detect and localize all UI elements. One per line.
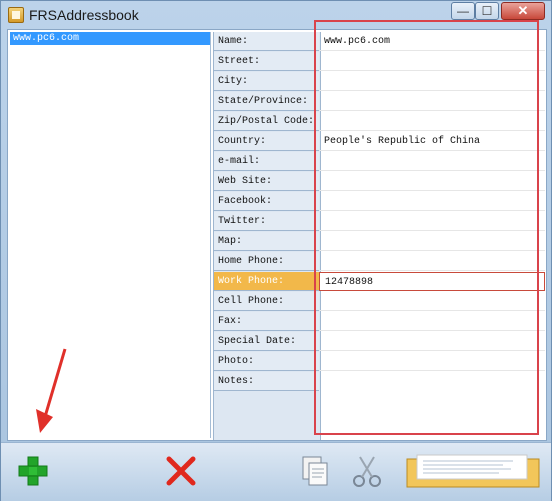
bottom-toolbar [1,442,551,501]
label-twitter: Twitter: [214,212,319,231]
label-state: State/Province: [214,92,319,111]
copy-icon[interactable] [295,451,335,491]
label-city: City: [214,72,319,91]
delete-icon[interactable] [161,451,201,491]
window-title: FRSAddressbook [29,7,139,23]
paste-icon[interactable] [403,451,543,491]
label-photo: Photo: [214,352,319,371]
label-fax: Fax: [214,312,319,331]
label-street: Street: [214,52,319,71]
label-notes: Notes: [214,372,319,391]
label-facebook: Facebook: [214,192,319,211]
label-special-date: Special Date: [214,332,319,351]
app-window: FRSAddressbook — ☐ ✕ www.pc6.com Name: S… [0,0,552,501]
app-icon [8,7,24,23]
label-email: e-mail: [214,152,319,171]
pointer-arrow [36,348,67,433]
label-map: Map: [214,232,319,251]
label-name: Name: [214,32,319,51]
label-zip: Zip/Postal Code: [214,112,319,131]
highlight-box [314,20,539,435]
label-home-phone: Home Phone: [214,252,319,271]
label-country: Country: [214,132,319,151]
list-item[interactable]: www.pc6.com [10,32,210,45]
field-labels: Name: Street: City: State/Province: Zip/… [213,32,321,440]
maximize-button[interactable]: ☐ [475,2,499,20]
label-work-phone: Work Phone: [214,272,319,291]
label-website: Web Site: [214,172,319,191]
cut-icon[interactable] [347,451,387,491]
add-icon[interactable] [13,451,53,491]
minimize-button[interactable]: — [451,2,475,20]
close-button[interactable]: ✕ [501,2,545,20]
label-cell-phone: Cell Phone: [214,292,319,311]
